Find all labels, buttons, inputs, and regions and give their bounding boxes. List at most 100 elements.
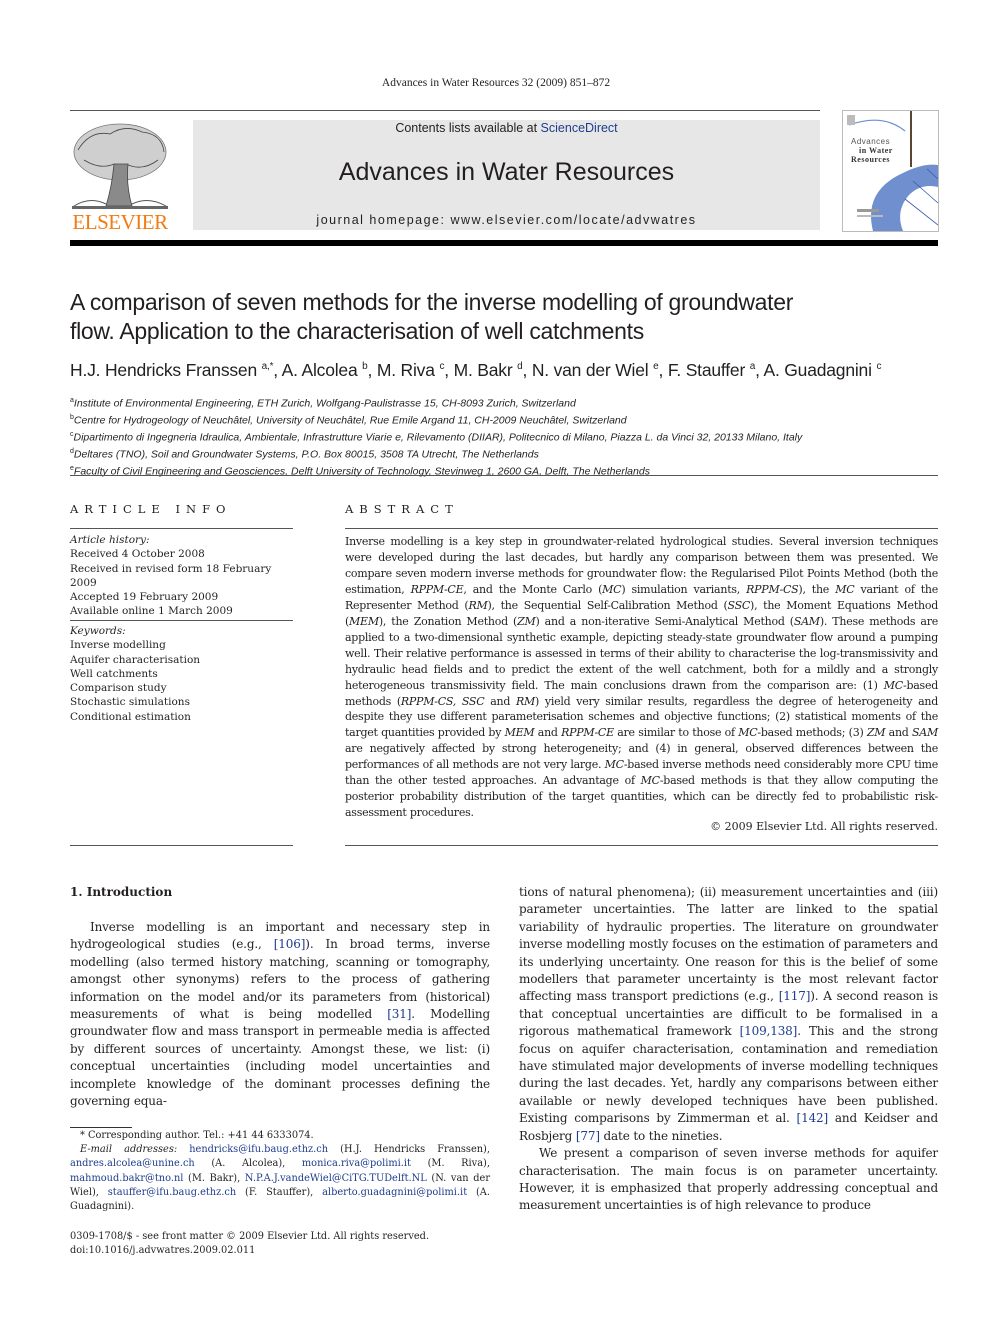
text-run: tions of natural phenomena); (ii) measur…	[519, 885, 938, 1004]
text-run: date to the nineties.	[599, 1128, 723, 1143]
text-run: (F. Stauffer),	[236, 1186, 323, 1198]
affiliation: dDeltares (TNO), Soil and Groundwater Sy…	[70, 445, 950, 462]
author-affiliation-marker[interactable]: a,*	[262, 361, 274, 372]
front-matter: 0309-1708/$ - see front matter © 2009 El…	[70, 1230, 490, 1258]
doi-link[interactable]: doi:10.1016/j.advwatres.2009.02.011	[70, 1244, 490, 1258]
italic-term: ZM	[866, 726, 886, 740]
contents-prefix: Contents lists available at	[395, 121, 541, 135]
section-heading: 1. Introduction	[70, 885, 173, 899]
citation-link[interactable]: [109,138]	[740, 1024, 798, 1038]
text-run: ) simulation variants,	[621, 582, 747, 596]
author[interactable]: A. Alcolea b	[282, 360, 368, 380]
citation-link[interactable]: [31]	[387, 1007, 411, 1021]
keyword: Conditional estimation	[70, 710, 191, 723]
cover-title: Advances in Water Resources	[851, 137, 911, 164]
sciencedirect-link[interactable]: ScienceDirect	[541, 121, 618, 135]
contents-line: Contents lists available at ScienceDirec…	[193, 121, 820, 135]
author-separator: ,	[273, 360, 282, 380]
text-run: (A. Alcolea),	[194, 1158, 302, 1170]
abstract-heading: ABSTRACT	[345, 502, 459, 516]
email-link[interactable]: stauffer@ifu.baug.ethz.ch	[108, 1187, 236, 1198]
text-run: . Modelling groundwater flow and mass tr…	[70, 1007, 490, 1109]
italic-term: SAM	[793, 614, 820, 628]
author[interactable]: A. Guadagnini c	[763, 360, 881, 380]
author-list: H.J. Hendricks Franssen a,*, A. Alcolea …	[70, 360, 950, 381]
elsevier-wordmark: ELSEVIER	[72, 210, 168, 234]
affiliation-rule	[70, 475, 938, 476]
author[interactable]: F. Stauffer a	[668, 360, 755, 380]
italic-term: RPPM-CS	[746, 582, 799, 596]
article-info-rule	[70, 528, 293, 529]
intro-paragraph: We present a comparison of seven inverse…	[519, 1145, 938, 1215]
text-run: (H.J. Hendricks Franssen),	[328, 1144, 490, 1156]
footnotes: * Corresponding author. Tel.: +41 44 633…	[70, 1129, 490, 1214]
affiliation: bCentre for Hydrogeology of Neuchâtel, U…	[70, 411, 950, 428]
author[interactable]: M. Riva c	[377, 360, 445, 380]
intro-column-left: Inverse modelling is an important and ne…	[70, 919, 490, 1110]
text-run: (M. Bakr),	[183, 1172, 245, 1184]
italic-term: MC	[835, 582, 855, 596]
affiliation: cDipartimento di Ingegneria Idraulica, A…	[70, 428, 950, 445]
citation-link[interactable]: [77]	[576, 1129, 600, 1143]
citation-link[interactable]: [142]	[797, 1111, 829, 1125]
copyright-notice: © 2009 Elsevier Ltd. All rights reserved…	[710, 820, 938, 833]
italic-term: RPPM-CE	[410, 582, 464, 596]
italic-term: MC	[640, 774, 660, 788]
intro-column-right: tions of natural phenomena); (ii) measur…	[519, 884, 938, 1215]
author[interactable]: M. Bakr d	[454, 360, 523, 380]
keyword: Aquifer characterisation	[70, 653, 201, 666]
text-run: ), the Sequential Self-Calibration Metho…	[487, 598, 728, 612]
abstract-body: Inverse modelling is a key step in groun…	[345, 534, 938, 821]
text-run: -based methods; (3)	[757, 726, 867, 740]
history-item: Received 4 October 2008	[70, 548, 205, 561]
journal-cover-art-icon	[847, 111, 938, 231]
citation-link[interactable]: [117]	[779, 989, 811, 1003]
text-run: and	[534, 726, 562, 740]
italic-term: MC	[738, 726, 758, 740]
header-rule	[70, 110, 820, 111]
journal-title[interactable]: Advances in Water Resources	[193, 158, 820, 187]
citation-link[interactable]: [106]	[274, 937, 306, 951]
affiliation: eFaculty of Civil Engineering and Geosci…	[70, 462, 950, 479]
elsevier-logo[interactable]: ELSEVIER	[70, 120, 170, 235]
email-link[interactable]: hendricks@ifu.baug.ethz.ch	[189, 1144, 328, 1155]
text-run: We present a comparison of seven inverse…	[519, 1146, 938, 1213]
text-run: ), the	[798, 582, 836, 596]
author-separator: ,	[522, 360, 532, 380]
email-link[interactable]: N.P.A.J.vandeWiel@CiTG.TUDelft.NL	[245, 1173, 427, 1184]
elsevier-tree-icon	[72, 123, 168, 209]
journal-homepage[interactable]: journal homepage: www.elsevier.com/locat…	[193, 213, 820, 227]
keyword: Inverse modelling	[70, 639, 166, 652]
italic-term: MEM	[504, 726, 535, 740]
affiliation-text: Deltares (TNO), Soil and Groundwater Sys…	[73, 448, 539, 461]
article-info-heading: ARTICLE INFO	[70, 502, 232, 516]
email-link[interactable]: andres.alcolea@unine.ch	[70, 1158, 195, 1169]
keyword: Stochastic simulations	[70, 696, 190, 709]
italic-term: RPPM-CE	[561, 726, 614, 740]
affiliation-text: Institute of Environmental Engineering, …	[73, 397, 576, 410]
author[interactable]: H.J. Hendricks Franssen a,*	[70, 360, 273, 380]
text-run: ) and a non-iterative Semi-Analytical Me…	[535, 614, 794, 628]
author[interactable]: N. van der Wiel e	[532, 360, 659, 380]
running-head: Advances in Water Resources 32 (2009) 85…	[381, 77, 611, 89]
italic-term: MC	[602, 582, 622, 596]
author-affiliation-marker[interactable]: c	[876, 361, 881, 372]
intro-paragraph: Inverse modelling is an important and ne…	[70, 919, 490, 1110]
abstract-bottom-rule	[345, 845, 938, 846]
keyword: Well catchments	[70, 667, 158, 680]
italic-term: SAM	[912, 726, 938, 740]
affiliation-text: Centre for Hydrogeology of Neuchâtel, Un…	[73, 414, 627, 427]
email-link[interactable]: mahmoud.bakr@tno.nl	[70, 1173, 183, 1184]
email-addresses: E-mail addresses: hendricks@ifu.baug.eth…	[70, 1143, 490, 1214]
keywords-rule	[70, 620, 293, 621]
email-link[interactable]: alberto.guadagnini@polimi.it	[322, 1187, 467, 1198]
journal-cover[interactable]: Advances in Water Resources	[842, 110, 939, 232]
history-label: Article history:	[70, 534, 150, 546]
email-link[interactable]: monica.riva@polimi.it	[302, 1158, 411, 1169]
author-separator: ,	[658, 360, 668, 380]
italic-term: RM	[468, 598, 488, 612]
italic-term: MC	[604, 758, 624, 772]
italic-term: RM	[515, 694, 536, 708]
author-separator: ,	[444, 360, 454, 380]
text-run: (M. Riva),	[411, 1158, 490, 1170]
